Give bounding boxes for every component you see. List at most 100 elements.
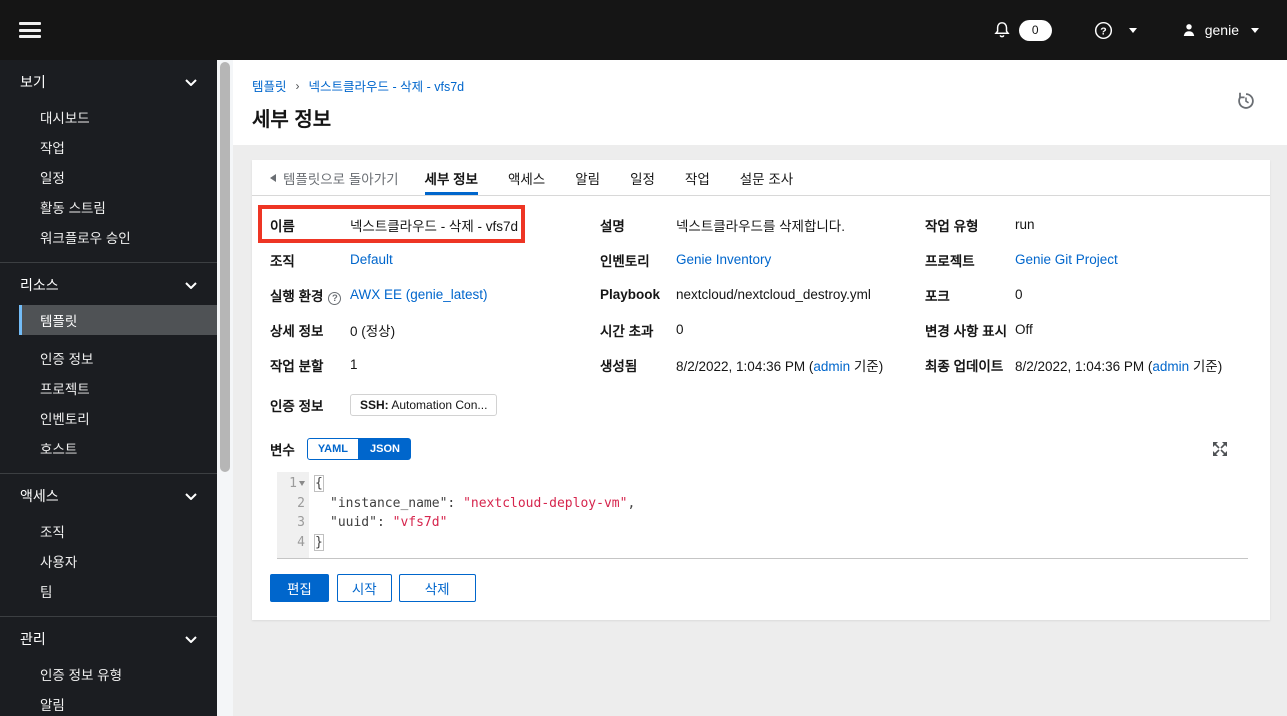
field-organization: 조직 Default: [270, 242, 600, 277]
field-timeout: 시간 초과 0: [600, 312, 925, 347]
page-header: 템플릿 › 넥스트클라우드 - 삭제 - vfs7d 세부 정보: [233, 60, 1287, 145]
inventory-link[interactable]: Genie Inventory: [676, 252, 771, 267]
admin-user-link[interactable]: admin: [813, 359, 850, 374]
chevron-down-icon: [185, 78, 197, 86]
tab-survey[interactable]: 설문 조사: [740, 160, 793, 195]
tab-access[interactable]: 액세스: [508, 160, 545, 195]
sidebar-item-inventories[interactable]: 인벤토리: [0, 403, 217, 433]
template-name-value: 넥스트클라우드 - 삭제 - vfs7d: [350, 218, 519, 234]
created-value: 8/2/2022, 1:04:36 PM (admin 기준): [676, 358, 884, 374]
back-to-templates-tab[interactable]: 템플릿으로 돌아가기: [270, 160, 399, 195]
details-panel: 이름 넥스트클라우드 - 삭제 - vfs7d 조직 Default 실행 환경…: [252, 196, 1270, 620]
sidebar-section-views: 보기 대시보드 작업 일정 활동 스트림 워크플로우 승인: [0, 60, 217, 262]
notifications-group[interactable]: 0: [993, 19, 1052, 41]
sidebar-item-notifications[interactable]: 알림: [0, 689, 217, 716]
sidebar-item-workflow-approvals[interactable]: 워크플로우 승인: [0, 222, 217, 252]
delete-button[interactable]: 삭제: [398, 574, 476, 602]
field-label: 작업 분할: [270, 358, 324, 374]
history-icon[interactable]: [1236, 91, 1256, 111]
sidebar-section-access-header[interactable]: 액세스: [0, 484, 217, 508]
expand-icon[interactable]: [1212, 441, 1228, 457]
variables-label: 변수: [270, 443, 295, 458]
field-playbook: Playbook nextcloud/nextcloud_destroy.yml: [600, 287, 871, 302]
field-label: Playbook: [600, 287, 661, 302]
field-last-updated: 최종 업데이트 8/2/2022, 1:04:36 PM (admin 기준): [925, 347, 1252, 382]
field-label: 설명: [600, 218, 625, 234]
chevron-down-icon: [1251, 27, 1259, 33]
execution-environment-link[interactable]: AWX EE (genie_latest): [350, 287, 488, 302]
admin-user-link[interactable]: admin: [1152, 359, 1189, 374]
variables-editor[interactable]: 1 2 3 4 { "instance_name": "nextcloud-de…: [277, 472, 1248, 559]
organization-link[interactable]: Default: [350, 252, 393, 267]
tab-notifications[interactable]: 알림: [575, 160, 600, 195]
tab-schedules[interactable]: 일정: [630, 160, 655, 195]
field-label: 생성됨: [600, 358, 638, 374]
help-icon[interactable]: ?: [328, 291, 342, 305]
bell-icon[interactable]: [993, 21, 1011, 39]
field-show-changes: 변경 사항 표시 Off: [925, 312, 1252, 347]
sidebar-item-templates[interactable]: 템플릿: [19, 305, 217, 335]
editor-gutter: 1 2 3 4: [277, 472, 309, 558]
sidebar-item-activity-stream[interactable]: 활동 스트림: [0, 192, 217, 222]
tab-details[interactable]: 세부 정보: [425, 160, 478, 195]
edit-button[interactable]: 편집: [270, 574, 329, 602]
breadcrumb-current-link[interactable]: 넥스트클라우드 - 삭제 - vfs7d: [309, 76, 465, 95]
editor-code[interactable]: { "instance_name": "nextcloud-deploy-vm"…: [309, 472, 1248, 558]
sidebar-item-hosts[interactable]: 호스트: [0, 433, 217, 463]
field-label: 인증 정보: [270, 399, 324, 414]
sidebar-scrollbar[interactable]: [217, 60, 233, 716]
line-number: 1: [277, 474, 305, 494]
field-label: 조직: [270, 253, 295, 269]
field-label: 프로젝트: [925, 253, 975, 269]
last-updated-value: 8/2/2022, 1:04:36 PM (admin 기준): [1015, 358, 1223, 374]
sidebar-section-resources-header[interactable]: 리소스: [0, 273, 217, 297]
sidebar-section-resources: 리소스 템플릿 인증 정보 프로젝트 인벤토리 호스트: [0, 262, 217, 473]
help-icon[interactable]: ?: [1094, 21, 1113, 40]
main-content: 템플릿 › 넥스트클라우드 - 삭제 - vfs7d 세부 정보 템플릿으로 돌…: [233, 60, 1287, 716]
field-credentials: 인증 정보 SSH: Automation Con...: [270, 386, 1252, 424]
sidebar-item-dashboard[interactable]: 대시보드: [0, 102, 217, 132]
variables-row: 변수 YAML JSON: [270, 438, 1252, 460]
sidebar-item-users[interactable]: 사용자: [0, 546, 217, 576]
sidebar-section-administration-header[interactable]: 관리: [0, 627, 217, 651]
launch-button[interactable]: 시작: [336, 574, 392, 602]
field-label: 실행 환경?: [270, 285, 350, 305]
project-link[interactable]: Genie Git Project: [1015, 252, 1118, 267]
sidebar-item-credential-types[interactable]: 인증 정보 유형: [0, 659, 217, 689]
sidebar-item-organizations[interactable]: 조직: [0, 516, 217, 546]
breadcrumb-templates-link[interactable]: 템플릿: [252, 76, 287, 95]
field-name: 이름 넥스트클라우드 - 삭제 - vfs7d: [258, 205, 600, 243]
field-label: 최종 업데이트: [925, 358, 1004, 374]
username-label: genie: [1204, 22, 1239, 38]
scrollbar-thumb[interactable]: [220, 62, 230, 472]
sidebar-item-credentials[interactable]: 인증 정보: [0, 343, 217, 373]
sidebar-item-teams[interactable]: 팀: [0, 576, 217, 606]
line-number: 3: [297, 515, 305, 530]
fold-caret-icon[interactable]: [299, 481, 305, 486]
field-label: 시간 초과: [600, 323, 654, 339]
caret-left-icon: [270, 173, 276, 182]
field-execution-environment: 실행 환경? AWX EE (genie_latest): [270, 277, 600, 312]
sidebar-section-views-header[interactable]: 보기: [0, 70, 217, 94]
yaml-toggle-button[interactable]: YAML: [306, 438, 359, 460]
user-icon: [1181, 22, 1197, 38]
line-number: 4: [297, 534, 305, 550]
details-card: 템플릿으로 돌아가기 세부 정보 액세스 알림 일정 작업 설문 조사 이름 넥…: [252, 160, 1270, 620]
chevron-down-icon: [1128, 27, 1137, 33]
top-navigation-bar: 0 ? genie: [0, 0, 1287, 60]
help-menu[interactable]: ?: [1094, 21, 1137, 40]
sidebar-item-schedules[interactable]: 일정: [0, 162, 217, 192]
field-project: 프로젝트 Genie Git Project: [925, 242, 1252, 277]
tab-jobs[interactable]: 작업: [685, 160, 710, 195]
hamburger-menu-icon[interactable]: [19, 22, 41, 38]
sidebar-navigation: 보기 대시보드 작업 일정 활동 스트림 워크플로우 승인 리소스 템플릿 인증…: [0, 60, 217, 716]
sidebar-item-jobs[interactable]: 작업: [0, 132, 217, 162]
breadcrumb: 템플릿 › 넥스트클라우드 - 삭제 - vfs7d: [252, 76, 1287, 95]
chevron-down-icon: [185, 635, 197, 643]
notification-count-badge[interactable]: 0: [1018, 19, 1052, 41]
credential-chip[interactable]: SSH: Automation Con...: [350, 394, 498, 416]
sidebar-item-projects[interactable]: 프로젝트: [0, 373, 217, 403]
chevron-down-icon: [185, 281, 197, 289]
user-menu[interactable]: genie: [1181, 22, 1259, 38]
json-toggle-button[interactable]: JSON: [359, 438, 411, 460]
